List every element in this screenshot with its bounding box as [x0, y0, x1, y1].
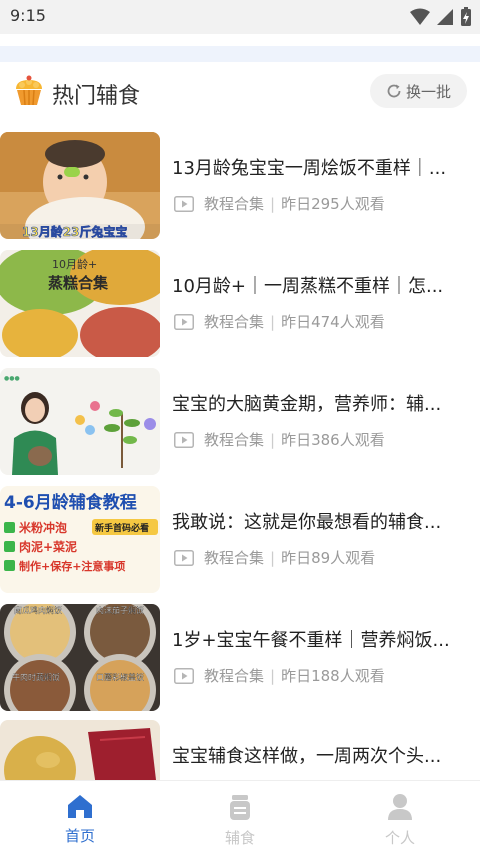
item-category: 教程合集: [204, 549, 265, 567]
item-title: 10月龄+｜一周蒸糕不重样｜怎...: [172, 276, 444, 297]
video-play-icon: [174, 667, 194, 684]
thumb-caption: 10月龄+: [52, 257, 97, 271]
list-item[interactable]: 宝宝辅食这样做，一周两次个头...: [0, 720, 480, 780]
thumb-caption: 4-6月龄辅食教程: [4, 492, 137, 513]
nav-home-label: 首页: [64, 827, 95, 845]
cupcake-icon: [16, 75, 42, 106]
list-item[interactable]: ●●● 宝宝的大脑黄金期，营养师：辅... 教程合集 | 昨日386人观看: [0, 368, 480, 475]
item-category: 教程合集: [204, 667, 265, 685]
list-item[interactable]: 13月龄23斤兔宝宝 13月龄兔宝宝一周烩饭不重样｜... 教程合集 | 昨日2…: [0, 132, 480, 239]
section-title: 热门辅食: [52, 84, 141, 109]
meta-divider: |: [270, 430, 276, 449]
item-views: 昨日89人观看: [281, 549, 376, 567]
refresh-button[interactable]: 换一批: [370, 74, 467, 108]
svg-text:●●●: ●●●: [4, 375, 20, 382]
video-thumbnail: 10月龄+ 蒸糕合集: [0, 250, 160, 357]
thumb-caption: 牛肉时蔬焖饭: [12, 672, 60, 682]
video-thumbnail: [0, 720, 160, 780]
thumb-caption: 新手首码必看: [95, 522, 149, 534]
thumb-caption: 肉沫茄子焖饭: [96, 605, 144, 615]
status-bar: 9:15: [0, 0, 480, 34]
meta-divider: |: [270, 666, 276, 685]
item-views: 昨日188人观看: [281, 667, 385, 685]
thumb-caption: 米粉冲泡: [19, 520, 67, 535]
item-title: 13月龄兔宝宝一周烩饭不重样｜...: [172, 158, 447, 179]
nav-profile[interactable]: 个人: [320, 781, 480, 856]
nav-baby-food[interactable]: 辅食: [160, 781, 320, 856]
home-icon: [68, 795, 92, 818]
signal-icon: [437, 9, 453, 25]
meta-divider: |: [270, 194, 276, 213]
battery-icon: [461, 7, 471, 26]
meta-divider: |: [270, 312, 276, 331]
list-item[interactable]: 南瓜鸡肉焖饭 肉沫茄子焖饭 牛肉时蔬焖饭 口蘑彩椒盖饭 1岁+宝宝午餐不重样｜营…: [0, 604, 480, 711]
item-views: 昨日474人观看: [281, 313, 385, 331]
thumb-caption: 13月龄23斤兔宝宝: [22, 224, 127, 239]
refresh-icon: [387, 84, 401, 98]
status-time: 9:15: [10, 6, 46, 25]
refresh-label: 换一批: [405, 82, 451, 101]
nav-profile-label: 个人: [384, 829, 415, 847]
item-meta: 教程合集 | 昨日89人观看: [174, 547, 375, 568]
item-meta: 教程合集 | 昨日474人观看: [174, 311, 385, 332]
bottom-nav: 首页 辅食 个人: [0, 780, 480, 855]
item-title: 1岁+宝宝午餐不重样｜营养焖饭...: [172, 630, 450, 651]
status-icons: [410, 7, 472, 27]
thumb-caption: 蒸糕合集: [48, 274, 109, 292]
recipe-list: 13月龄23斤兔宝宝 13月龄兔宝宝一周烩饭不重样｜... 教程合集 | 昨日2…: [0, 132, 480, 780]
wifi-icon: [410, 8, 430, 25]
item-category: 教程合集: [204, 195, 265, 213]
thumb-caption: 南瓜鸡肉焖饭: [14, 605, 62, 615]
thumb-caption: 肉泥+菜泥: [19, 539, 77, 554]
item-meta: 教程合集 | 昨日386人观看: [174, 429, 385, 450]
video-play-icon: [174, 195, 194, 212]
video-thumbnail: ●●●: [0, 368, 160, 475]
item-title: 我敢说：这就是你最想看的辅食...: [172, 512, 442, 533]
list-item[interactable]: 4-6月龄辅食教程 米粉冲泡 肉泥+菜泥 制作+保存+注意事项 新手首码必看 我…: [0, 486, 480, 593]
item-category: 教程合集: [204, 313, 265, 331]
nav-home[interactable]: 首页: [0, 781, 160, 856]
video-play-icon: [174, 549, 194, 566]
thumb-caption: 口蘑彩椒盖饭: [96, 672, 144, 682]
video-thumbnail: 4-6月龄辅食教程 米粉冲泡 肉泥+菜泥 制作+保存+注意事项 新手首码必看: [0, 486, 160, 593]
thumb-caption: 制作+保存+注意事项: [19, 559, 125, 573]
item-meta: 教程合集 | 昨日188人观看: [174, 665, 385, 686]
video-play-icon: [174, 431, 194, 448]
item-meta: 教程合集 | 昨日295人观看: [174, 193, 385, 214]
item-views: 昨日386人观看: [281, 431, 385, 449]
section-header: 热门辅食 换一批: [0, 62, 480, 124]
baby-food-jar-icon: [230, 795, 250, 820]
item-title: 宝宝的大脑黄金期，营养师：辅...: [172, 394, 442, 415]
person-icon: [388, 794, 412, 820]
nav-baby-food-label: 辅食: [224, 829, 255, 847]
item-views: 昨日295人观看: [281, 195, 385, 213]
item-category: 教程合集: [204, 431, 265, 449]
meta-divider: |: [270, 548, 276, 567]
item-title: 宝宝辅食这样做，一周两次个头...: [172, 746, 442, 767]
banner-strip: [0, 46, 480, 62]
video-thumbnail: 南瓜鸡肉焖饭 肉沫茄子焖饭 牛肉时蔬焖饭 口蘑彩椒盖饭: [0, 604, 160, 711]
video-thumbnail: 13月龄23斤兔宝宝: [0, 132, 160, 239]
video-play-icon: [174, 313, 194, 330]
list-item[interactable]: 10月龄+ 蒸糕合集 10月龄+｜一周蒸糕不重样｜怎... 教程合集 | 昨日4…: [0, 250, 480, 357]
